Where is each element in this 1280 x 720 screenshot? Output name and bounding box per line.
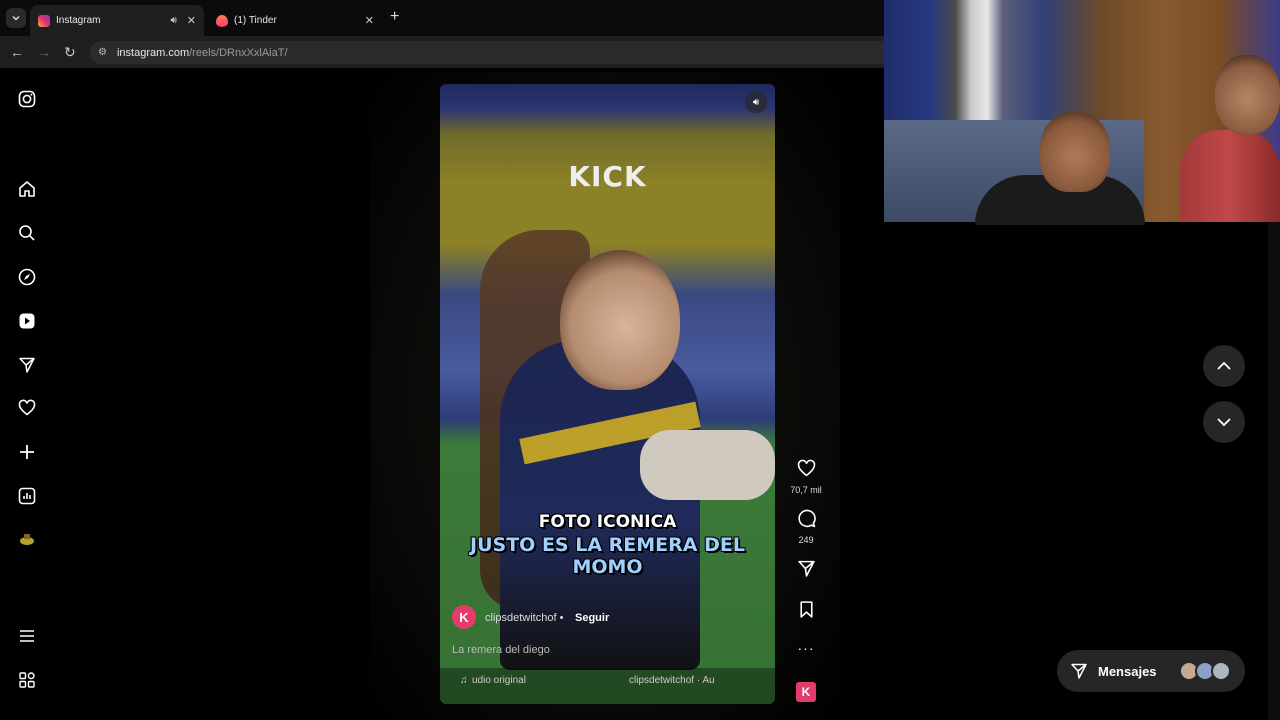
audio-thumbnail[interactable]: K [796, 682, 816, 702]
previous-reel-button[interactable] [1203, 345, 1245, 387]
video-caption-line2: JUSTO ES LA REMERA DEL MOMO [470, 534, 745, 578]
home-icon[interactable] [17, 179, 37, 199]
chevron-up-icon [1217, 361, 1231, 370]
separator-dot: • [559, 612, 564, 624]
send-message-icon [1071, 663, 1087, 679]
music-note-icon: ♫ [460, 675, 468, 686]
share-action[interactable] [790, 559, 822, 583]
url-host: instagram.com [116, 46, 190, 59]
chevron-down-icon [12, 15, 20, 21]
send-message-icon[interactable] [17, 355, 37, 375]
bookmark-icon[interactable] [797, 600, 816, 619]
messages-pill[interactable]: Mensajes [1057, 650, 1245, 692]
address-bar[interactable]: ⚙ instagram.com/reels/DRnxXxlAiaT/ [90, 41, 884, 64]
next-reel-button[interactable] [1203, 401, 1245, 443]
tinder-flame-icon [216, 14, 228, 27]
comment-icon[interactable] [797, 509, 816, 528]
video-caption-line1: FOTO ICONICA [538, 512, 677, 532]
comment-count: 249 [798, 535, 814, 545]
avatar [1211, 661, 1231, 681]
reels-icon[interactable] [17, 311, 37, 331]
share-send-icon[interactable] [797, 559, 816, 578]
instagram-logo-icon[interactable] [17, 89, 37, 109]
tab-search-button[interactable] [6, 8, 26, 28]
follow-button[interactable]: Seguir [575, 612, 609, 624]
messages-label: Mensajes [1098, 663, 1157, 679]
tab-title: Instagram [56, 15, 101, 26]
also-from-meta-icon[interactable] [17, 670, 37, 690]
like-action[interactable]: 70,7 mil [790, 459, 822, 495]
video-subject-arm [640, 430, 775, 500]
author-name-row[interactable]: clipsdetwitchof • [485, 612, 563, 624]
forward-icon[interactable]: → [37, 44, 51, 60]
chevron-down-icon [1217, 418, 1231, 427]
back-icon[interactable]: ← [10, 44, 24, 60]
reload-icon[interactable]: ↻ [64, 44, 76, 61]
audio-label[interactable]: udio original [472, 675, 526, 686]
tab-instagram[interactable]: Instagram 🔊︎ ✕ [30, 5, 204, 36]
video-subject-face [560, 250, 680, 390]
url-path: /reels/DRnxXxlAiaT/ [189, 46, 288, 59]
instagram-favicon-icon [38, 14, 50, 27]
kick-watermark: KICK [568, 160, 647, 193]
menu-icon[interactable] [17, 626, 37, 646]
search-icon[interactable] [17, 223, 37, 243]
tab-tinder[interactable]: (1) Tinder ✕ [208, 5, 382, 36]
reel-description: La remera del diego [452, 644, 550, 656]
create-plus-icon[interactable] [17, 442, 37, 462]
comment-action[interactable]: 249 [790, 509, 822, 545]
new-tab-button[interactable]: + [390, 8, 399, 26]
explore-compass-icon[interactable] [17, 267, 37, 287]
author-name[interactable]: clipsdetwitchof [485, 612, 557, 624]
audio-author[interactable]: clipsdetwitchof · Au [629, 675, 715, 686]
scrollbar[interactable] [1268, 222, 1280, 720]
speaker-icon[interactable]: 🔊︎ [170, 15, 176, 26]
heart-icon[interactable] [797, 459, 816, 478]
save-action[interactable] [790, 600, 822, 624]
webcam-person-face [1215, 55, 1280, 135]
audio-strip [440, 668, 775, 704]
dashboard-chart-icon[interactable] [17, 486, 37, 506]
volume-icon[interactable]: 🔊︎ [745, 91, 767, 113]
close-icon[interactable]: ✕ [187, 14, 196, 27]
profile-avatar[interactable] [17, 530, 37, 550]
more-options-icon[interactable]: ··· [790, 640, 822, 656]
webcam-person-face [1040, 112, 1110, 192]
close-icon[interactable]: ✕ [365, 14, 374, 27]
like-count: 70,7 mil [790, 485, 822, 495]
site-info-icon[interactable]: ⚙ [98, 47, 107, 58]
heart-notifications-icon[interactable] [17, 398, 37, 418]
author-avatar[interactable]: K [452, 605, 476, 629]
tab-title: (1) Tinder [234, 15, 277, 26]
webcam-person-body [1180, 130, 1280, 222]
